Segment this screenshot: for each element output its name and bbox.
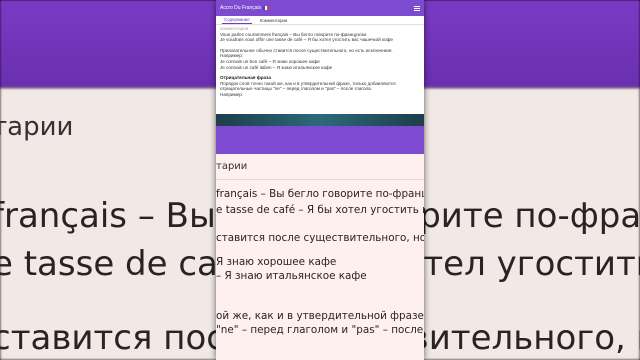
zoomed-text-line: français – Вы бегло говорите по-французс <box>216 188 424 200</box>
article-text: Прилагательное обычно ставится после сущ… <box>220 47 393 53</box>
app-navbar: Accro Du Français <box>216 0 424 16</box>
tab-comments[interactable]: Комментарии <box>258 18 290 24</box>
zoomed-text-line: Я знаю хорошее кафе <box>216 256 337 268</box>
zoomed-text-line: ставится после существительного, но ест <box>216 232 424 244</box>
hamburger-menu-icon[interactable] <box>414 5 420 11</box>
zoomed-header <box>216 126 424 154</box>
article-text: Je voudrais vous offrir une tasse de caf… <box>220 37 393 43</box>
zoomed-text-line: e tasse de café – Я бы хотел угостить ва… <box>216 204 424 216</box>
article-text: Например: <box>220 91 244 97</box>
app-title: Accro Du Français <box>220 5 262 11</box>
zoomed-text-line: – Я знаю итальянское кафе <box>216 270 367 282</box>
background-text-line: тарии <box>0 112 74 142</box>
divider-band <box>216 114 424 126</box>
french-flag-icon <box>263 6 270 10</box>
zoomed-text-line: ой же, как и в утвердительной фразе, тол <box>216 310 424 322</box>
zoomed-tab-comments[interactable]: тарии <box>216 161 247 172</box>
zoomed-text-line: "ne" – перед глаголом и "pas" – после гл <box>216 324 424 336</box>
phone-screen: Accro Du Français Содержание Комментарии… <box>216 0 424 360</box>
tab-bar: Содержание Комментарии <box>216 16 424 25</box>
zoomed-tab-bar: тарии <box>216 154 424 180</box>
tab-contents[interactable]: Содержание <box>222 17 252 24</box>
zoomed-article-content: français – Вы бегло говорите по-французс… <box>216 180 424 360</box>
